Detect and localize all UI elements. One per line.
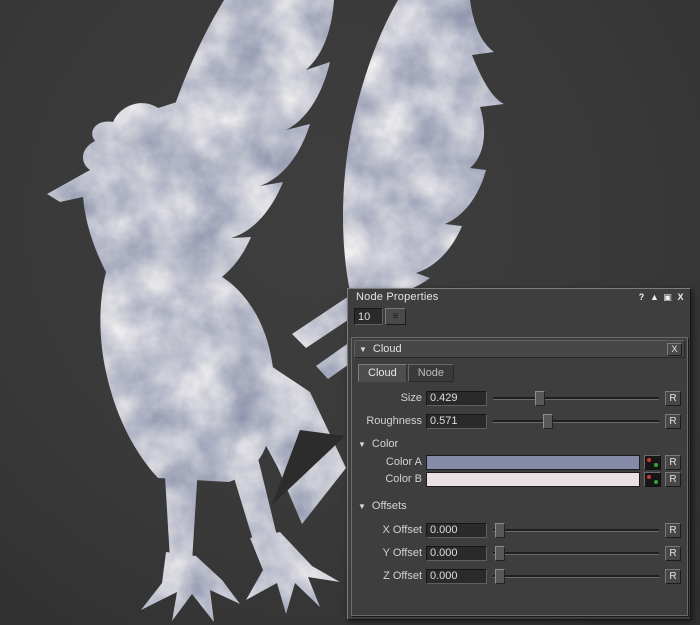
size-row: Size 0.429 R [356,390,681,406]
x-offset-value-field[interactable]: 0.000 [426,523,487,538]
roughness-slider-handle[interactable] [543,414,553,429]
node-number-input[interactable] [354,308,383,325]
z-offset-slider-handle[interactable] [495,569,505,584]
close-icon[interactable]: X [674,291,687,304]
z-offset-row: Z Offset 0.000 R [356,568,681,584]
z-offset-value-field[interactable]: 0.000 [426,569,487,584]
x-offset-label: X Offset [356,524,422,536]
y-offset-slider-handle[interactable] [495,546,505,561]
slider-track [493,529,659,532]
y-offset-value-field[interactable]: 0.000 [426,546,487,561]
y-offset-reset-button[interactable]: R [665,546,681,561]
color-a-row: Color A R [356,454,681,470]
red-dot-icon [647,458,651,462]
node-properties-panel: Node Properties ? ▲ ▣ X ≡ ▼ Cloud X Clou… [347,288,691,620]
size-reset-button[interactable]: R [665,391,681,406]
roughness-row: Roughness 0.571 R [356,413,681,429]
x-offset-slider[interactable] [493,523,659,538]
panel-titlebar[interactable]: Node Properties ? ▲ ▣ X [348,289,690,305]
collapse-triangle-icon[interactable]: ▼ [358,440,366,449]
z-offset-label: Z Offset [356,570,422,582]
offsets-section-header[interactable]: ▼ Offsets [358,499,407,513]
application-window: Node Properties ? ▲ ▣ X ≡ ▼ Cloud X Clou… [0,0,700,625]
shade-icon[interactable]: ▲ [648,291,661,304]
y-offset-slider[interactable] [493,546,659,561]
cloud-node-group: ▼ Cloud X Cloud Node Size 0.429 R Rou [351,337,688,616]
y-offset-label: Y Offset [356,547,422,559]
y-offset-row: Y Offset 0.000 R [356,545,681,561]
size-slider[interactable] [493,391,659,406]
roughness-slider[interactable] [493,414,659,429]
panel-title: Node Properties [356,291,439,303]
x-offset-reset-button[interactable]: R [665,523,681,538]
color-b-swatch[interactable] [426,472,640,487]
slider-track [493,420,659,423]
tab-bar: Cloud Node [358,364,455,382]
color-b-picker-button[interactable] [644,472,661,487]
red-dot-icon [647,475,651,479]
color-section-title: Color [372,438,398,450]
window-icon[interactable]: ▣ [661,291,674,304]
group-header[interactable]: ▼ Cloud X [354,340,685,358]
roughness-label: Roughness [356,415,422,427]
size-label: Size [356,392,422,404]
slider-track [493,552,659,555]
group-close-button[interactable]: X [667,343,682,356]
help-icon[interactable]: ? [635,291,648,304]
collapse-triangle-icon[interactable]: ▼ [359,345,367,354]
tab-cloud[interactable]: Cloud [358,364,407,382]
z-offset-reset-button[interactable]: R [665,569,681,584]
size-slider-handle[interactable] [535,391,545,406]
apply-button[interactable]: ≡ [385,308,406,325]
titlebar-icons: ? ▲ ▣ X [635,291,687,304]
slider-track [493,397,659,400]
x-offset-slider-handle[interactable] [495,523,505,538]
green-dot-icon [654,480,658,484]
slider-track [493,575,659,578]
green-dot-icon [654,463,658,467]
size-value-field[interactable]: 0.429 [426,391,487,406]
color-b-row: Color B R [356,471,681,487]
group-title: Cloud [373,343,402,355]
x-offset-row: X Offset 0.000 R [356,522,681,538]
color-b-reset-button[interactable]: R [665,472,681,487]
color-section-header[interactable]: ▼ Color [358,437,398,451]
color-a-reset-button[interactable]: R [665,455,681,470]
offsets-section-title: Offsets [372,500,407,512]
z-offset-slider[interactable] [493,569,659,584]
color-a-label: Color A [356,456,422,468]
tab-node[interactable]: Node [408,364,454,382]
roughness-reset-button[interactable]: R [665,414,681,429]
roughness-value-field[interactable]: 0.571 [426,414,487,429]
color-a-picker-button[interactable] [644,455,661,470]
menu-icon: ≡ [393,311,399,322]
collapse-triangle-icon[interactable]: ▼ [358,502,366,511]
color-a-swatch[interactable] [426,455,640,470]
color-b-label: Color B [356,473,422,485]
